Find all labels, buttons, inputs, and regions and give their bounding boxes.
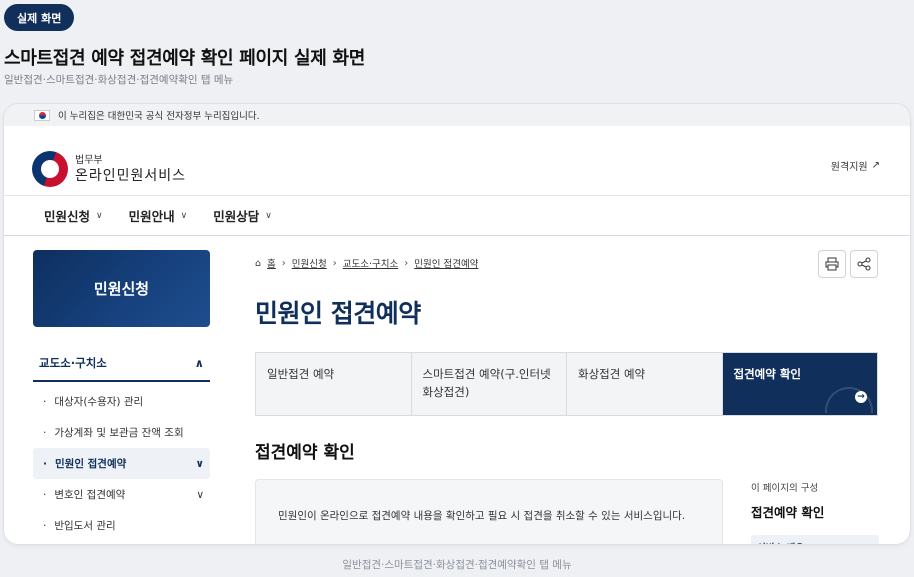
- gov-notice-bar: 이 누리집은 대한민국 공식 전자정부 누리집입니다.: [4, 104, 910, 126]
- gnb-item-consult[interactable]: 민원상담 ∨: [213, 206, 272, 225]
- sidebar-item-visit[interactable]: · 민원인 접견예약 ∨: [33, 448, 210, 479]
- tab-menu: 일반접견 예약 스마트접견 예약(구.인터넷화상접견) 화상접견 예약 접견예약…: [255, 352, 878, 416]
- print-icon: [825, 257, 839, 271]
- page-toc: 이 페이지의 구성 접견예약 확인 서비스 개요: [751, 480, 879, 544]
- gov-notice-text: 이 누리집은 대한민국 공식 전자정부 누리집입니다.: [58, 111, 260, 122]
- chevron-up-icon: ∧: [194, 356, 204, 370]
- bullet-icon: ·: [43, 520, 47, 532]
- toc-title: 접견예약 확인: [751, 505, 825, 520]
- remote-support-link[interactable]: 원격지원 ↗: [831, 158, 880, 173]
- arrow-right-icon: →: [855, 391, 867, 403]
- sidebar-item-inmate[interactable]: · 대상자(수용자) 관리: [33, 386, 210, 417]
- chevron-down-icon: ∨: [195, 457, 204, 470]
- breadcrumb: ⌂ 홈 › 민원신청 › 교도소·구치소 › 민원인 접견예약: [255, 256, 478, 271]
- logo-ministry: 법무부: [75, 154, 103, 166]
- sidebar-list: · 대상자(수용자) 관리 · 가상계좌 및 보관금 잔액 조회 · 민원인 접견예약…: [33, 386, 210, 541]
- toc-label: 이 페이지의 구성: [751, 483, 819, 494]
- tab-label: 접견예약 확인: [733, 367, 801, 381]
- chevron-down-icon: ∨: [196, 488, 204, 501]
- logo-service: 온라인민원서비스: [75, 167, 187, 184]
- breadcrumb-prison[interactable]: 교도소·구치소: [343, 256, 398, 270]
- breadcrumb-home[interactable]: 홈: [267, 256, 276, 270]
- chevron-down-icon: ∨: [96, 210, 103, 221]
- global-nav: 민원신청 ∨ 민원안내 ∨ 민원상담 ∨: [4, 196, 910, 236]
- sidebar-item-lawyer[interactable]: · 변호인 접견예약 ∨: [33, 479, 210, 510]
- print-button[interactable]: [818, 250, 846, 278]
- ministry-emblem-icon: [32, 151, 68, 187]
- tab-reservation-check[interactable]: 접견예약 확인 →: [722, 353, 877, 415]
- main-content: 민원신청 교도소·구치소 ∧ · 대상자(수용자) 관리 · 가상계좌 및 보관금 …: [4, 236, 910, 544]
- sidebar-item-label: 반입도서 관리: [54, 520, 116, 532]
- bullet-icon: ·: [43, 489, 47, 501]
- screenshot-card: 이 누리집은 대한민국 공식 전자정부 누리집입니다. 법무부 온라인민원서비스…: [4, 104, 910, 544]
- gnb-label: 민원신청: [44, 209, 91, 224]
- section-title: 접견예약 확인: [255, 443, 355, 463]
- share-button[interactable]: [850, 250, 878, 278]
- sidebar-item-label: 대상자(수용자) 관리: [54, 396, 144, 408]
- screen-badge: 실제 화면: [4, 4, 75, 31]
- chevron-down-icon: ∨: [180, 210, 188, 221]
- info-text: 민원인이 온라인으로 접견예약 내용을 확인하고 필요 시 접견을 취소할 수 …: [278, 510, 686, 522]
- chevron-right-icon: ›: [332, 257, 337, 269]
- tab-smart-visit[interactable]: 스마트접견 예약(구.인터넷화상접견): [412, 353, 567, 415]
- info-box: 민원인이 온라인으로 접견예약 내용을 확인하고 필요 시 접견을 취소할 수 …: [255, 479, 723, 544]
- site-logo[interactable]: 법무부 온라인민원서비스: [32, 151, 186, 187]
- breadcrumb-current[interactable]: 민원인 접견예약: [414, 256, 478, 270]
- sidebar-item-label: 변호인 접견예약: [54, 489, 126, 501]
- korea-flag-icon: [34, 109, 50, 121]
- toc-item-overview[interactable]: 서비스 개요: [751, 535, 879, 544]
- breadcrumb-apply[interactable]: 민원신청: [292, 256, 327, 270]
- home-icon: ⌂: [255, 257, 262, 269]
- page-subheading: 일반접견·스마트접견·화상접견·접견예약확인 탭 메뉴: [4, 74, 234, 86]
- tab-general-visit[interactable]: 일반접견 예약: [256, 353, 412, 415]
- tab-video-visit[interactable]: 화상접견 예약: [567, 353, 723, 415]
- remote-support-label: 원격지원: [830, 162, 868, 173]
- chevron-right-icon: ›: [404, 257, 409, 269]
- sidebar-title: 민원신청: [33, 250, 210, 327]
- bullet-icon: ·: [43, 396, 47, 408]
- share-icon: [857, 257, 871, 271]
- bullet-icon: ·: [43, 458, 47, 470]
- gnb-item-apply[interactable]: 민원신청 ∨: [44, 206, 103, 225]
- sidebar-item-label: 민원인 접견예약: [55, 458, 127, 470]
- gnb-label: 민원안내: [128, 209, 175, 224]
- bullet-icon: ·: [43, 427, 47, 439]
- sidebar-item-account[interactable]: · 가상계좌 및 보관금 잔액 조회: [33, 417, 210, 448]
- sidebar-group-label: 교도소·구치소: [39, 356, 107, 370]
- sidebar-item-books[interactable]: · 반입도서 관리: [33, 510, 210, 541]
- page-tools: [818, 250, 878, 278]
- chevron-right-icon: ›: [281, 257, 286, 269]
- page-heading: 스마트접견 예약 접견예약 확인 페이지 실제 화면: [4, 48, 365, 69]
- sidebar-item-label: 가상계좌 및 보관금 잔액 조회: [54, 427, 184, 439]
- site-header: 법무부 온라인민원서비스 원격지원 ↗: [4, 126, 910, 196]
- page-title: 민원인 접견예약: [255, 299, 421, 328]
- external-link-icon: ↗: [871, 160, 880, 171]
- footer-caption: 일반접견·스마트접견·화상접견·접견예약확인 탭 메뉴: [342, 559, 572, 571]
- gnb-item-guide[interactable]: 민원안내 ∨: [129, 206, 188, 225]
- chevron-down-icon: ∨: [265, 210, 272, 221]
- gnb-label: 민원상담: [213, 209, 260, 224]
- sidebar-group-prison[interactable]: 교도소·구치소 ∧: [33, 346, 210, 382]
